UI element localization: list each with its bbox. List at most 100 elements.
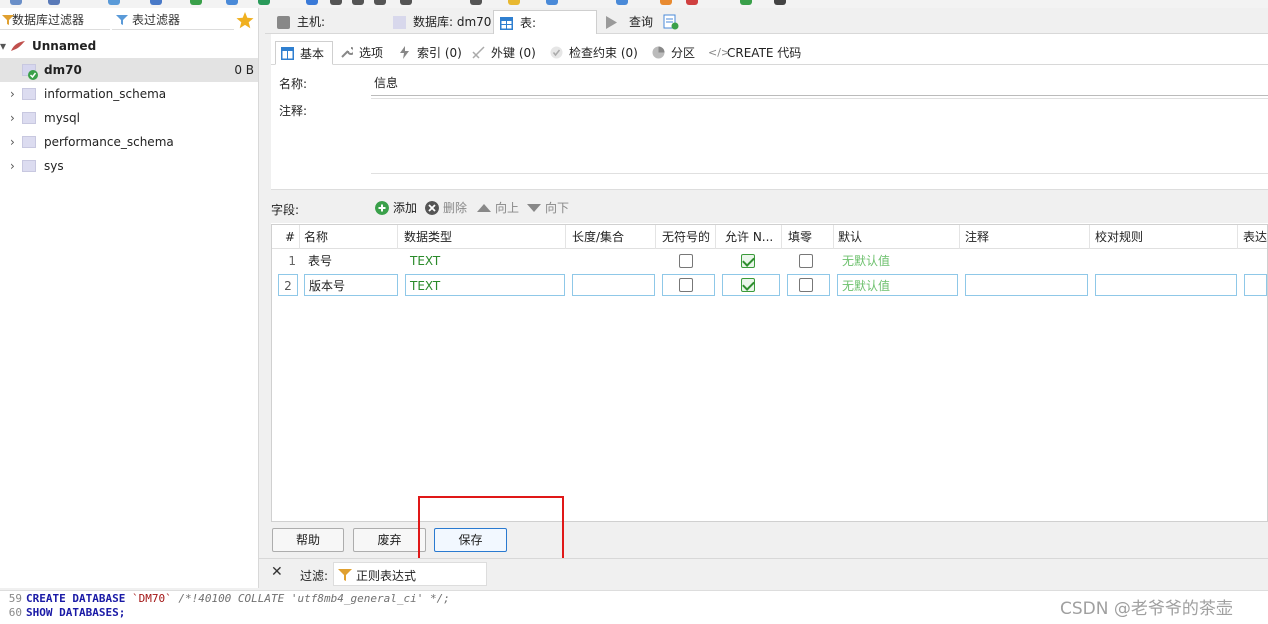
toolbar-icon[interactable] — [306, 0, 318, 5]
wrench-icon — [341, 47, 353, 58]
column-header[interactable]: # — [272, 225, 300, 249]
toolbar-icon[interactable] — [352, 0, 364, 5]
toolbar-icon[interactable] — [686, 0, 698, 5]
tab-options[interactable]: 选项 — [335, 41, 391, 65]
length-input[interactable] — [572, 274, 655, 296]
toolbar-icon[interactable] — [774, 0, 786, 5]
move-down-button[interactable]: 向下 — [527, 200, 569, 216]
unsigned-checkbox[interactable] — [679, 278, 693, 292]
tab-foreign-keys[interactable]: 外键 (0) — [467, 41, 539, 65]
tab-check-constraints[interactable]: 检查约束 (0) — [545, 41, 643, 65]
toolbar-icon[interactable] — [616, 0, 628, 5]
column-header[interactable]: 填零 — [782, 225, 834, 249]
close-icon[interactable]: ✕ — [271, 564, 283, 580]
tab-basic[interactable]: 基本 — [275, 41, 333, 65]
toolbar-icon[interactable] — [258, 0, 270, 5]
default-value-cell[interactable]: 无默认值 — [838, 250, 956, 272]
help-button[interactable]: 帮助 — [272, 528, 344, 552]
database-tree: ▾ Unnamed dm70 0 B › information_schema … — [0, 34, 258, 178]
tree-item-sys[interactable]: › sys — [0, 154, 258, 178]
expression-input[interactable] — [1244, 274, 1267, 296]
column-header[interactable]: 校对规则 — [1090, 225, 1238, 249]
column-header[interactable]: 长度/集合 — [566, 225, 656, 249]
chevron-down-icon[interactable]: ▾ — [0, 34, 6, 58]
discard-button[interactable]: 废弃 — [353, 528, 426, 552]
toolbar-icon[interactable] — [48, 0, 60, 5]
collation-input[interactable] — [1095, 274, 1237, 296]
tree-item-information-schema[interactable]: › information_schema — [0, 82, 258, 106]
sql-identifier: `DM70` — [125, 592, 179, 605]
code-icon: </> — [708, 46, 731, 59]
column-header[interactable]: 注释 — [960, 225, 1090, 249]
pie-icon — [652, 46, 665, 59]
field-name-input[interactable]: 版本号 — [304, 274, 398, 296]
connection-label: Unnamed — [32, 39, 97, 53]
plus-circle-icon — [375, 201, 389, 215]
field-comment-input[interactable] — [965, 274, 1088, 296]
toolbar-icon[interactable] — [508, 0, 520, 5]
toolbar-icon[interactable] — [470, 0, 482, 5]
field-type-input[interactable]: TEXT — [405, 274, 565, 296]
chevron-right-icon[interactable]: › — [10, 82, 15, 106]
comment-label: 注释: — [279, 104, 308, 118]
column-header[interactable]: 允许 N... — [716, 225, 782, 249]
tab-host[interactable]: 主机: 127.0.0.1 — [269, 10, 381, 53]
toolbar-icon[interactable] — [108, 0, 120, 5]
tab-partitions[interactable]: 分区 — [647, 41, 701, 65]
chevron-right-icon[interactable]: › — [10, 130, 15, 154]
table-row[interactable]: 1 表号 TEXT 无默认值 — [272, 249, 1267, 273]
tab-database[interactable]: 数据库: dm70 — [385, 10, 493, 34]
table-row[interactable]: 2 版本号 TEXT 无默认值 — [272, 273, 1267, 297]
filter-input[interactable]: 正则表达式 — [333, 562, 487, 586]
remove-field-button[interactable]: 删除 — [425, 200, 467, 216]
table-name-input[interactable]: 信息 — [371, 74, 1268, 96]
database-icon — [393, 16, 406, 29]
connection-node[interactable]: ▾ Unnamed — [0, 34, 258, 58]
toolbar-icon[interactable] — [740, 0, 752, 5]
toolbar-icon[interactable] — [226, 0, 238, 5]
column-header[interactable]: 数据类型 — [398, 225, 566, 249]
main-tabs: 主机: 127.0.0.1 数据库: dm70 表: [Untitled] 查询 — [265, 8, 1268, 54]
toolbar-icon[interactable] — [150, 0, 162, 5]
toolbar-icon[interactable] — [10, 0, 22, 5]
column-header[interactable]: 名称 — [300, 225, 398, 249]
table-comment-textarea[interactable] — [371, 98, 1268, 174]
column-header[interactable]: 默认 — [834, 225, 960, 249]
tab-create-code[interactable]: </> CREATE 代码 — [703, 41, 807, 65]
chevron-right-icon[interactable]: › — [10, 106, 15, 130]
tab-indexes[interactable]: 索引 (0) — [393, 41, 463, 65]
tree-item-dm70[interactable]: dm70 0 B — [0, 58, 258, 82]
database-filter-input[interactable]: 数据库过滤器 — [0, 10, 110, 30]
field-type-cell[interactable]: TEXT — [406, 250, 566, 272]
toolbar-icon[interactable] — [374, 0, 386, 5]
allow-null-checkbox[interactable] — [741, 278, 755, 292]
chevron-right-icon[interactable]: › — [10, 154, 15, 178]
field-name-cell[interactable]: 表号 — [304, 250, 396, 272]
tab-query[interactable]: 查询 — [601, 10, 659, 34]
toolbar-icon[interactable] — [546, 0, 558, 5]
toolbar-icon[interactable] — [190, 0, 202, 5]
default-value-input[interactable]: 无默认值 — [837, 274, 958, 296]
tab-basic-label: 基本 — [300, 47, 325, 61]
star-icon[interactable] — [236, 12, 254, 29]
column-header[interactable]: 无符号的 — [656, 225, 716, 249]
fields-grid: # 名称 数据类型 长度/集合 无符号的 允许 N... 填零 默认 注释 校对… — [271, 224, 1268, 522]
toolbar-icon[interactable] — [400, 0, 412, 5]
unsigned-checkbox[interactable] — [679, 254, 693, 268]
allow-null-checkbox[interactable] — [741, 254, 755, 268]
add-field-label: 添加 — [393, 201, 418, 215]
toolbar-icon[interactable] — [330, 0, 342, 5]
zerofill-checkbox[interactable] — [799, 278, 813, 292]
move-up-button[interactable]: 向上 — [477, 200, 519, 216]
remove-field-label: 删除 — [443, 201, 468, 215]
zerofill-checkbox[interactable] — [799, 254, 813, 268]
filter-label: 过滤: — [300, 569, 329, 583]
table-filter-input[interactable]: 表过滤器 — [112, 10, 234, 30]
tree-item-performance-schema[interactable]: › performance_schema — [0, 130, 258, 154]
tree-item-mysql[interactable]: › mysql — [0, 106, 258, 130]
tab-table[interactable]: 表: [Untitled] — [493, 10, 597, 54]
toolbar-icon[interactable] — [660, 0, 672, 5]
new-query-icon[interactable] — [663, 14, 679, 30]
add-field-button[interactable]: 添加 — [375, 200, 417, 216]
column-header[interactable]: 表达 — [1238, 225, 1267, 249]
